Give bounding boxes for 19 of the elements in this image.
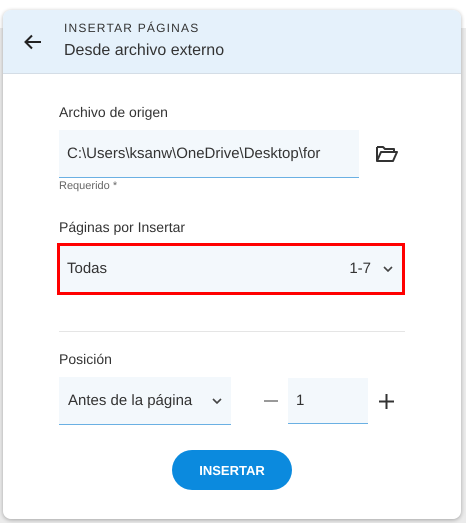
dropdown-value: Todas <box>67 260 108 277</box>
file-path-field[interactable]: C:\Users\ksanw\OneDrive\Desktop\for <box>59 130 359 178</box>
page-range: 1-7 <box>349 260 371 277</box>
caret-icon <box>212 398 222 404</box>
required-hint: Requerido * <box>59 180 118 192</box>
pages-dropdown[interactable]: Todas 1-7 <box>59 245 403 293</box>
dropdown-value: Antes de la página <box>68 392 192 409</box>
position-dropdown[interactable]: Antes de la página <box>59 377 231 425</box>
plus-icon[interactable] <box>379 394 394 408</box>
field-label: Páginas por Insertar <box>59 219 186 235</box>
dialog-overline: INSERTAR PÁGINAS <box>64 21 200 35</box>
back-arrow-icon[interactable] <box>24 34 42 50</box>
folder-icon[interactable] <box>376 146 398 162</box>
dialog-title: Desde archivo externo <box>64 42 224 60</box>
insert-button[interactable]: INSERTAR <box>172 450 292 490</box>
field-label: Posición <box>59 351 112 367</box>
caret-icon <box>383 266 393 272</box>
field-label: Archivo de origen <box>59 104 168 120</box>
page-number-field[interactable]: 1 <box>288 378 368 424</box>
